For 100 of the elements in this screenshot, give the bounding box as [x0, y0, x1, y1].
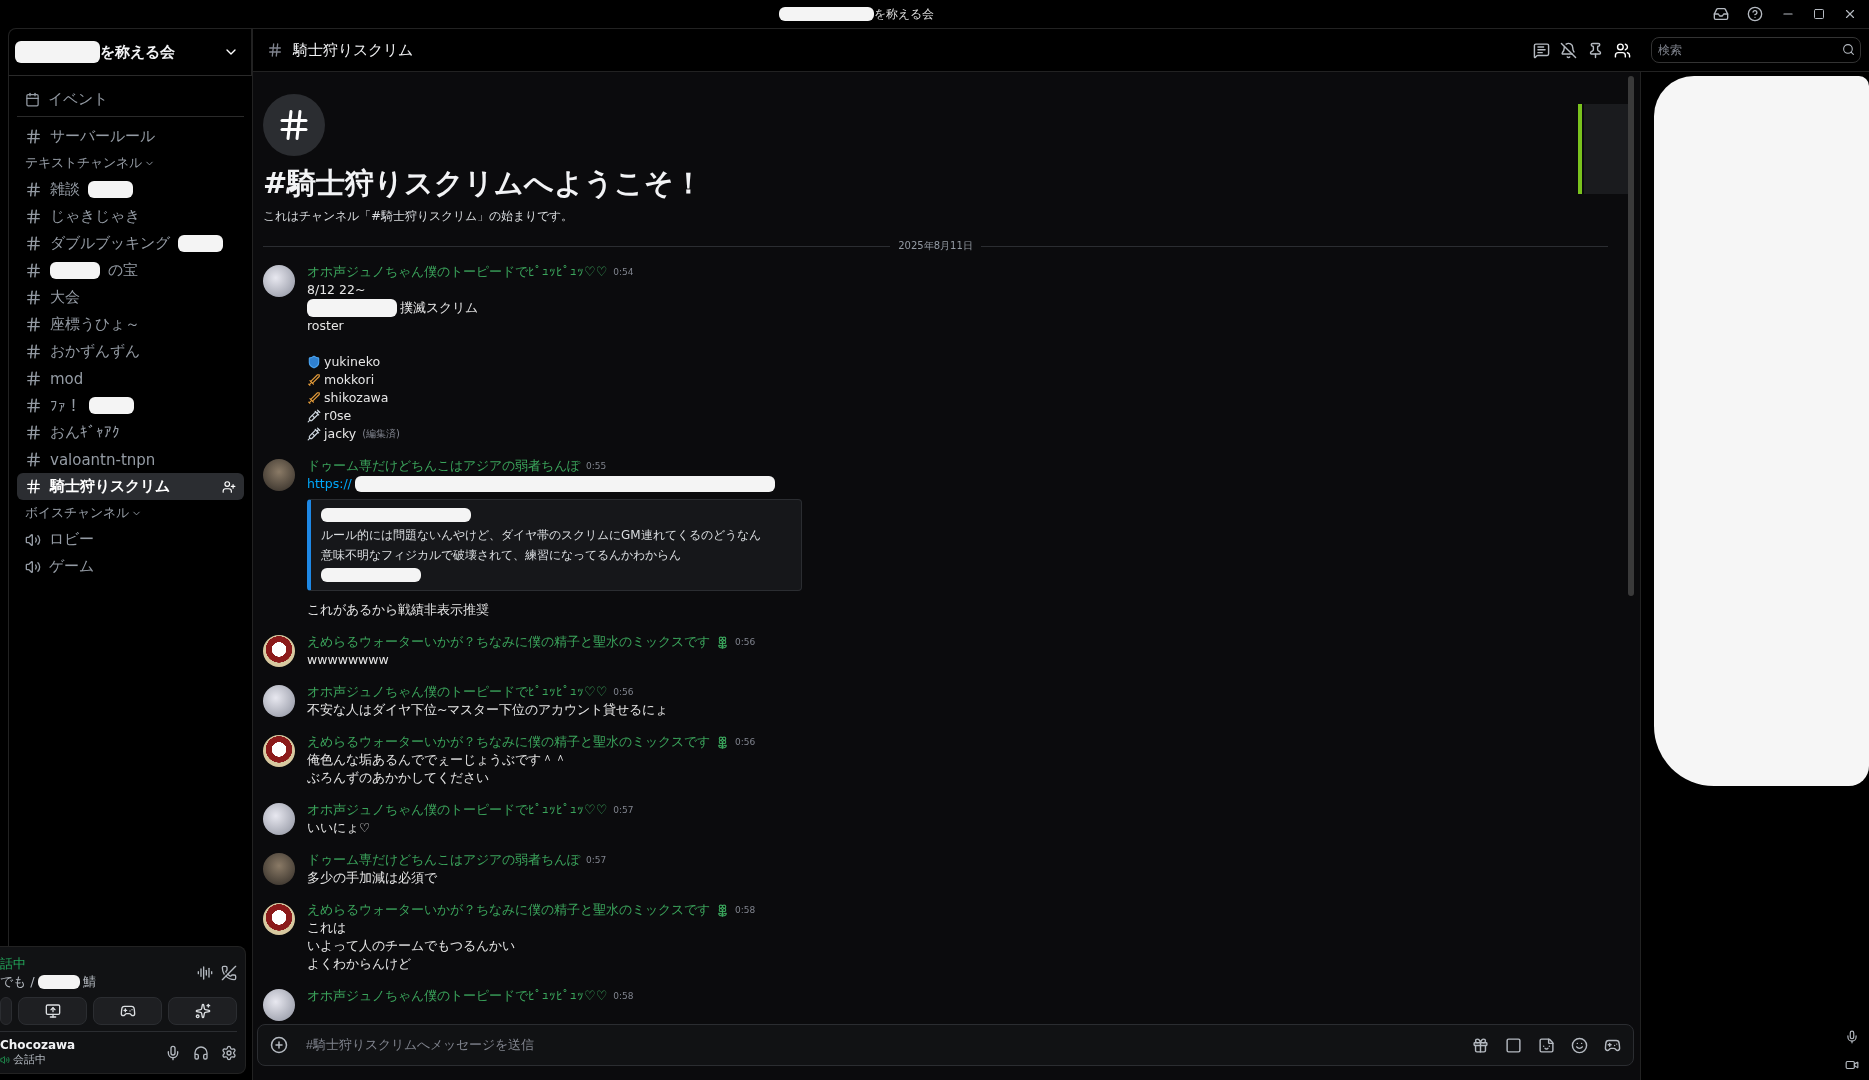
- hash-icon: [25, 343, 42, 360]
- embed-text: 意味不明なフィジカルで破壊されて、練習になってるんかわからん: [321, 548, 682, 562]
- events-item[interactable]: イベント: [17, 82, 244, 117]
- author-name[interactable]: オホ声ジュノちゃん僕のトーピードでﾋﾟｭｯﾋﾟｭｯ♡♡: [307, 683, 608, 701]
- headphones-icon[interactable]: [193, 1044, 209, 1061]
- avatar[interactable]: [263, 685, 295, 717]
- gift-icon[interactable]: [1472, 1036, 1489, 1054]
- author-name[interactable]: えめらるウォーターいかが？ちなみに僕の精子と聖水のミックスです: [307, 901, 710, 919]
- channel-item[interactable]: の宝: [17, 257, 244, 284]
- avatar[interactable]: [263, 635, 295, 667]
- author-name[interactable]: ドゥーム専だけどちんこはアジアの弱者ちんぽ: [307, 851, 580, 869]
- channel-item[interactable]: ゲーム: [17, 553, 244, 580]
- author-name[interactable]: えめらるウォーターいかが？ちなみに僕の精子と聖水のミックスです: [307, 633, 710, 651]
- author-name[interactable]: オホ声ジュノちゃん僕のトーピードでﾋﾟｭｯﾋﾟｭｯ♡♡: [307, 263, 608, 281]
- avatar[interactable]: [263, 989, 295, 1021]
- help-icon[interactable]: [1747, 6, 1763, 22]
- message-time: 0:57: [586, 855, 607, 865]
- hash-icon: [25, 316, 42, 333]
- message-text: 俺色んな垢あるんででぇーじょうぶです＾＾: [307, 751, 567, 769]
- roster-name: jacky: [324, 425, 357, 443]
- speaker-icon: [25, 531, 41, 548]
- hash-icon: [25, 208, 42, 225]
- screen-share-icon: [44, 1003, 61, 1019]
- channel-item[interactable]: おんｷﾞｬｱｸ: [17, 419, 244, 446]
- roster-name: yukineko: [324, 353, 381, 371]
- message-time: 0:56: [735, 737, 756, 747]
- channel-item[interactable]: ﾌｧ！: [17, 392, 244, 419]
- server-header[interactable]: を称える会: [8, 28, 252, 76]
- soundboard-button[interactable]: [168, 997, 237, 1025]
- syringe-icon: [307, 427, 321, 441]
- screen-share-button[interactable]: [18, 997, 87, 1025]
- camera-icon[interactable]: [1845, 1058, 1859, 1072]
- threads-icon[interactable]: [1533, 41, 1550, 59]
- message-time: 0:57: [613, 805, 634, 815]
- hash-icon: [25, 128, 42, 145]
- channel-item[interactable]: ロビー: [17, 526, 244, 553]
- activity-button[interactable]: [93, 997, 162, 1025]
- mic-icon[interactable]: [1845, 1030, 1859, 1044]
- message-link[interactable]: https://: [307, 475, 352, 493]
- channel-item[interactable]: 座標うひょ～: [17, 311, 244, 338]
- roster-name: r0se: [324, 407, 352, 425]
- mute-icon[interactable]: [1560, 41, 1577, 59]
- hash-icon: [267, 42, 283, 58]
- speaker-icon: [0, 1054, 10, 1065]
- hash-icon: [25, 262, 42, 279]
- members-icon[interactable]: [1614, 41, 1631, 59]
- hash-icon: [25, 424, 42, 441]
- channel-item[interactable]: おかずんずん: [17, 338, 244, 365]
- pin-icon[interactable]: [1587, 41, 1604, 59]
- emoji-icon[interactable]: [1571, 1036, 1588, 1054]
- channel-item[interactable]: じゃきじゃき: [17, 203, 244, 230]
- speaker-icon: [25, 558, 41, 575]
- voice-channel: でも /: [0, 973, 35, 991]
- message-time: 0:54: [613, 267, 634, 277]
- scrollbar-thumb[interactable]: [1628, 76, 1634, 596]
- avatar[interactable]: [263, 803, 295, 835]
- message-text: ぶろんずのあかかしてください: [307, 769, 489, 787]
- channel-item[interactable]: 大会: [17, 284, 244, 311]
- message-text: よくわからんけど: [307, 955, 411, 973]
- inbox-icon[interactable]: [1713, 6, 1729, 22]
- window-title: を称える会: [874, 5, 934, 23]
- channel-item[interactable]: valoantn-tnpn: [17, 446, 244, 473]
- add-icon[interactable]: [270, 1036, 288, 1054]
- maximize-icon[interactable]: [1813, 8, 1825, 20]
- voice-status: 話中: [0, 955, 27, 973]
- channel-item[interactable]: mod: [17, 365, 244, 392]
- search-field[interactable]: 検索: [1651, 37, 1861, 63]
- message-text: wwwwwwww: [307, 651, 389, 669]
- close-icon[interactable]: [1843, 7, 1857, 21]
- category-label[interactable]: ボイスチャンネル: [25, 504, 129, 522]
- category-label[interactable]: テキストチャンネル: [25, 154, 142, 172]
- message-text: 8/12 22~: [307, 281, 366, 299]
- mic-icon[interactable]: [165, 1044, 181, 1061]
- roster-name: shikozawa: [324, 389, 389, 407]
- avatar[interactable]: [263, 903, 295, 935]
- hash-icon: [25, 451, 42, 468]
- message-time: 0:56: [735, 637, 756, 647]
- redaction-mark: [37, 975, 80, 989]
- settings-icon[interactable]: [221, 1044, 237, 1061]
- channel-item[interactable]: 雑談: [17, 176, 244, 203]
- waveform-icon[interactable]: [197, 965, 213, 981]
- server-name: を称える会: [100, 42, 175, 62]
- author-name[interactable]: えめらるウォーターいかが？ちなみに僕の精子と聖水のミックスです: [307, 733, 710, 751]
- channel-item[interactable]: ダブルブッキング: [17, 230, 244, 257]
- user-status: 会話中: [13, 1052, 46, 1067]
- sticker-icon[interactable]: [1538, 1036, 1555, 1054]
- channel-item[interactable]: 騎士狩りスクリム: [17, 473, 244, 500]
- syringe-icon: [307, 409, 321, 423]
- message-composer[interactable]: #騎士狩りスクリムへメッセージを送信: [257, 1024, 1634, 1066]
- hang-up-icon[interactable]: [221, 965, 237, 981]
- message-text: 不安な人はダイヤ下位~マスター下位のアカウント貸せるにょ: [307, 701, 669, 719]
- author-name[interactable]: ドゥーム専だけどちんこはアジアの弱者ちんぽ: [307, 457, 580, 475]
- channel-item[interactable]: サーバールール: [17, 123, 244, 150]
- hash-icon: [25, 370, 42, 387]
- message-input[interactable]: #騎士狩りスクリムへメッセージを送信: [304, 1037, 1456, 1053]
- author-name[interactable]: オホ声ジュノちゃん僕のトーピードでﾋﾟｭｯﾋﾟｭｯ♡♡: [307, 801, 608, 819]
- avatar[interactable]: [263, 265, 295, 297]
- author-name[interactable]: オホ声ジュノちゃん僕のトーピードでﾋﾟｭｯﾋﾟｭｯ♡♡: [307, 987, 608, 1005]
- sparkles-icon: [194, 1003, 211, 1019]
- avatar[interactable]: [263, 735, 295, 767]
